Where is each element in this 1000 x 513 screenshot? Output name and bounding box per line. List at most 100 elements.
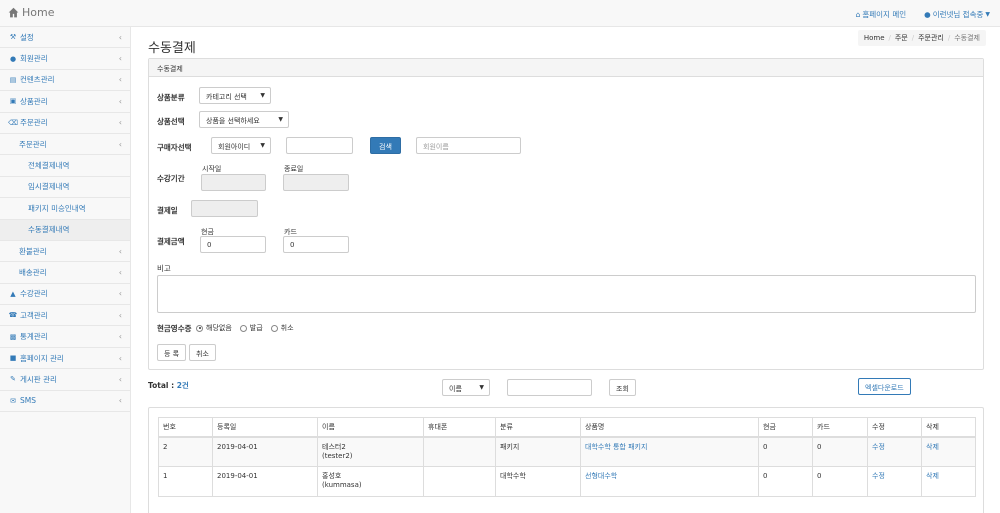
sidebar-subitem-shipping[interactable]: 배송관리 ‹	[0, 262, 130, 284]
receipt-issue-radio[interactable]	[239, 324, 247, 332]
buyer-type-value: 회원아이디	[218, 143, 251, 151]
phone-icon: ☎	[8, 311, 18, 320]
cash-input[interactable]: 0	[200, 236, 266, 253]
results-table: 번호 등록일 이름 휴대폰 분류 상품명 현금 카드 수정 삭제 2 2019-…	[158, 417, 976, 497]
car-icon: ■	[9, 354, 17, 363]
sidebar-subitem-order-management[interactable]: 주문관리 ‹	[0, 134, 130, 156]
cell-product-link[interactable]: 선형대수학	[580, 466, 759, 497]
home-link[interactable]: Home	[8, 6, 54, 19]
chevron-left-icon: ‹	[118, 75, 122, 85]
member-name-placeholder: 회원이름	[423, 143, 449, 151]
col-name: 이름	[317, 417, 424, 438]
caret-down-icon: ▼	[985, 11, 990, 18]
cancel-button[interactable]: 취소	[189, 344, 216, 361]
sidebar: ⚒ 설정 ‹ ● 회원관리 ‹ ▤ 컨텐츠관리 ‹ ▣ 상품관리 ‹ ⌫ 주문관리 ‹ 주문관리 ‹ …	[0, 27, 131, 513]
cell-name-text: 테스터2	[322, 442, 346, 451]
breadcrumb-home[interactable]: Home	[864, 34, 885, 42]
receipt-none-radio[interactable]	[196, 324, 203, 332]
chevron-left-icon: ‹	[118, 374, 122, 384]
product-select[interactable]: 상품을 선택하세요 ▼	[199, 111, 289, 128]
category-select[interactable]: 카테고리 선택 ▼	[199, 87, 271, 104]
sidebar-item-products[interactable]: ▣ 상품관리 ‹	[0, 91, 130, 113]
table-header-row: 번호 등록일 이름 휴대폰 분류 상품명 현금 카드 수정 삭제	[158, 417, 976, 438]
member-name-input[interactable]: 회원이름	[416, 137, 521, 154]
sidebar-item-label: SMS	[20, 396, 36, 406]
homepage-main-link[interactable]: ⌂ 홈페이지 메인	[856, 9, 907, 20]
sidebar-item-statistics[interactable]: ▩ 통계관리 ‹	[0, 326, 130, 348]
cell-date: 2019-04-01	[212, 436, 318, 467]
user-icon: ●	[924, 10, 931, 19]
sidebar-item-label: 설정	[20, 32, 34, 42]
note-textarea[interactable]	[157, 275, 976, 313]
breadcrumb-orders[interactable]: 주문	[895, 33, 908, 43]
search-query-input[interactable]	[507, 379, 592, 396]
sidebar-item-courses[interactable]: ▲ 수강관리 ‹	[0, 284, 130, 306]
main-content: 수동결제 Home / 주문 / 주문관리 / 수동결제 수동결제 상품분류 카…	[131, 27, 1000, 513]
caret-down-icon: ▼	[479, 384, 484, 391]
edit-icon: ✎	[10, 375, 16, 384]
cell-cash: 0	[758, 466, 813, 497]
card-input[interactable]: 0	[283, 236, 349, 253]
sidebar-item-members[interactable]: ● 회원관리 ‹	[0, 48, 130, 70]
sidebar-subitem-package-unapproved[interactable]: 패키지 미승인내역	[0, 198, 130, 220]
panel-title: 수동결제	[149, 59, 983, 77]
sidebar-item-customers[interactable]: ☎ 고객관리 ‹	[0, 305, 130, 327]
sidebar-item-label: 배송관리	[19, 267, 47, 277]
sidebar-subitem-refunds[interactable]: 환불관리 ‹	[0, 241, 130, 263]
sidebar-item-label: 패키지 미승인내역	[28, 203, 86, 213]
product-label: 상품선택	[157, 117, 185, 126]
sidebar-item-orders[interactable]: ⌫ 주문관리 ‹	[0, 113, 130, 134]
envelope-icon: ✉	[10, 396, 16, 405]
sidebar-item-contents[interactable]: ▤ 컨텐츠관리 ‹	[0, 70, 130, 92]
user-menu[interactable]: ● 이런넷님 접속중 ▼	[924, 9, 990, 20]
breadcrumb-order-management[interactable]: 주문관리	[918, 33, 944, 43]
sidebar-subitem-temp-payments[interactable]: 임시결제내역	[0, 177, 130, 199]
paydate-label: 결제일	[157, 206, 178, 215]
period-label: 수강기간	[157, 174, 185, 183]
sidebar-item-settings[interactable]: ⚒ 설정 ‹	[0, 27, 130, 49]
sidebar-item-label: 주문관리	[20, 118, 48, 128]
sidebar-item-sms[interactable]: ✉ SMS ‹	[0, 391, 130, 413]
register-button[interactable]: 등 록	[157, 344, 187, 361]
paydate-input[interactable]	[191, 200, 258, 217]
chevron-left-icon: ‹	[118, 246, 122, 256]
graduation-cap-icon: ▲	[10, 289, 16, 298]
category-label: 상품분류	[157, 93, 185, 102]
sidebar-item-board[interactable]: ✎ 게시판 관리 ‹	[0, 369, 130, 391]
cell-name: 홍성호 (kummasa)	[317, 466, 424, 497]
note-label: 비고	[157, 264, 171, 273]
chevron-left-icon: ‹	[118, 118, 122, 128]
buyer-type-select[interactable]: 회원아이디 ▼	[211, 137, 271, 154]
edit-link[interactable]: 수정	[867, 436, 922, 467]
user-status-label: 이런넷님 접속중	[932, 10, 984, 19]
sidebar-subitem-all-payments[interactable]: 전체결제내역	[0, 155, 130, 177]
sidebar-subitem-manual-payments[interactable]: 수동결제내역	[0, 219, 130, 241]
cell-no: 1	[158, 466, 213, 497]
sidebar-item-homepage[interactable]: ■ 홈페이지 관리 ‹	[0, 348, 130, 370]
start-date-input[interactable]	[201, 174, 266, 191]
end-date-label: 종료일	[284, 165, 304, 173]
search-button[interactable]: 검색	[370, 137, 401, 154]
query-button[interactable]: 조회	[609, 379, 636, 396]
breadcrumb-current: 수동결제	[954, 34, 980, 42]
search-filter-select[interactable]: 이름 ▼	[442, 379, 490, 396]
delete-link[interactable]: 삭제	[921, 466, 976, 497]
end-date-input[interactable]	[283, 174, 349, 191]
sidebar-item-label: 컨텐츠관리	[20, 75, 55, 85]
delete-link[interactable]: 삭제	[921, 436, 976, 467]
buyer-id-input[interactable]	[286, 137, 353, 154]
breadcrumb-separator: /	[888, 34, 891, 42]
chevron-left-icon: ‹	[118, 353, 122, 363]
film-icon: ▤	[9, 75, 17, 84]
receipt-cancel-radio[interactable]	[270, 324, 278, 332]
total-count-value: 2건	[176, 381, 189, 390]
cell-user-id: (kummasa)	[322, 481, 362, 489]
receipt-cancel-label: 취소	[280, 324, 294, 332]
home-icon	[8, 7, 19, 18]
excel-download-button[interactable]: 엑셀다운로드	[858, 378, 911, 395]
cell-product-link[interactable]: 대학수학 통합 패키지	[580, 436, 759, 467]
chevron-left-icon: ‹	[118, 310, 122, 320]
homepage-main-label: 홈페이지 메인	[862, 10, 907, 19]
table-row: 1 2019-04-01 홍성호 (kummasa) 대학수학 선형대수학 0 0…	[158, 466, 976, 497]
edit-link[interactable]: 수정	[867, 466, 922, 497]
